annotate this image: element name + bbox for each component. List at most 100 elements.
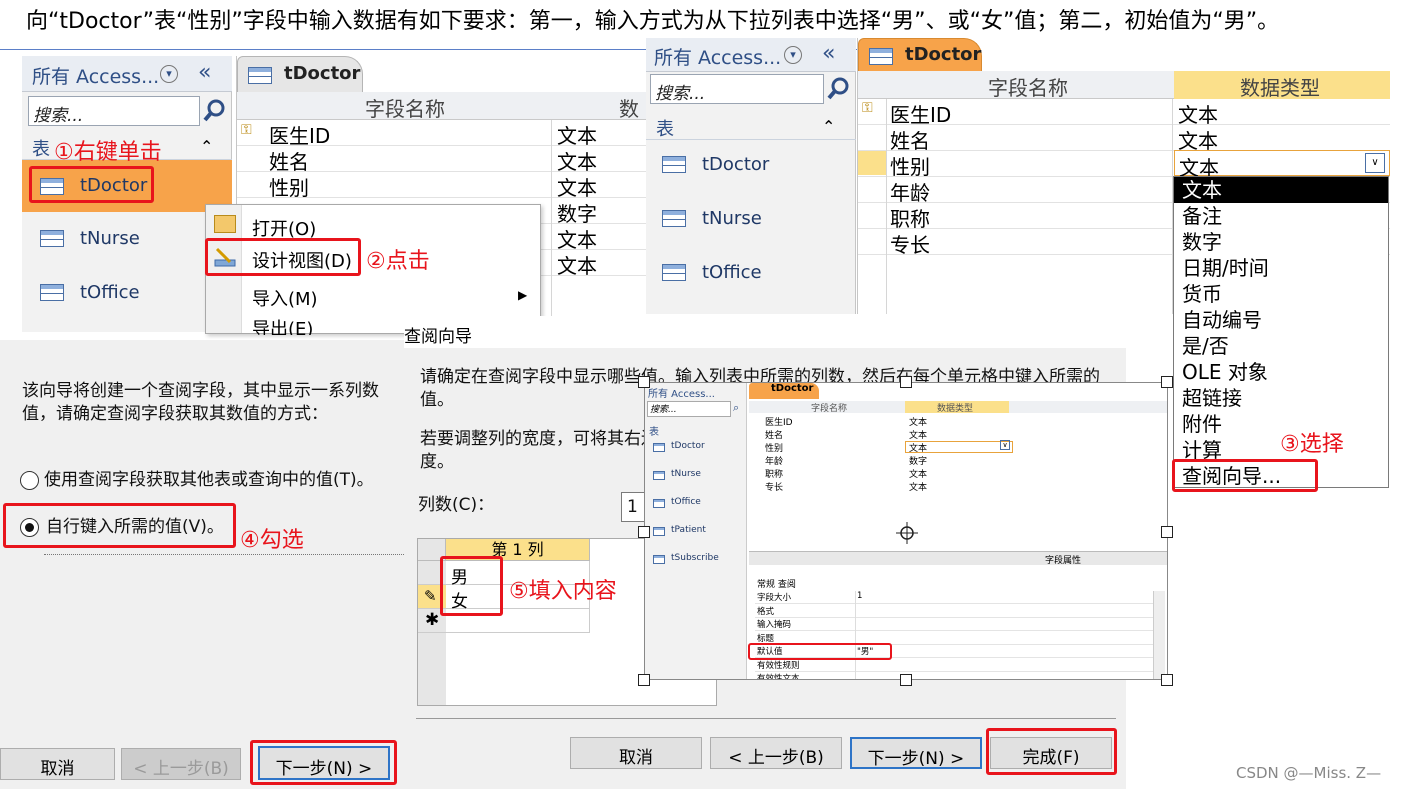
data-type-cell[interactable]: 数字 [557,198,597,227]
step3-label: ③选择 [1280,432,1344,457]
mini-prop-key: 标题 [757,633,775,644]
field-name-cell[interactable]: 姓名 [890,125,930,154]
resize-handle[interactable] [1161,376,1173,388]
dropdown-option[interactable]: 数字 [1174,229,1388,255]
field-name-cell[interactable]: 医生ID [269,120,330,149]
move-crosshair-icon[interactable] [896,522,918,544]
dropdown-option[interactable]: 是/否 [1174,333,1388,359]
search-icon[interactable] [202,98,226,124]
dropdown-option[interactable]: 日期/时间 [1174,255,1388,281]
mini-combobox[interactable]: ∨ [905,440,1013,453]
mini-prop-value[interactable]: 1 [857,591,862,601]
dropdown-option[interactable]: 自动编号 [1174,307,1388,333]
data-type-cell[interactable]: 文本 [557,146,597,175]
submenu-arrow-icon: ▶ [518,288,528,302]
mini-nav-item[interactable]: tNurse [671,469,701,479]
cancel-button[interactable]: 取消 [0,748,115,780]
data-type-cell[interactable]: 文本 [1178,99,1218,128]
nav-item-tdoctor[interactable]: tDoctor [646,150,856,184]
mini-nav-item[interactable]: tOffice [671,497,701,507]
dropdown-option[interactable]: 货币 [1174,281,1388,307]
nav-item-tnurse[interactable]: tNurse [646,204,856,238]
tab-label: tDoctor [905,44,982,65]
group-chevron-icon[interactable]: ⌃ [822,117,835,136]
resize-handle[interactable] [1161,526,1173,538]
option-lookup-table-radio[interactable]: 使用查阅字段获取其他表或查询中的值(T)。 [20,467,404,495]
menu-item-open[interactable]: 打开(O) [206,211,536,241]
resize-handle[interactable] [900,376,912,388]
dropdown-option[interactable]: 超链接 [1174,385,1388,411]
field-name-cell[interactable]: 性别 [269,172,309,201]
mini-type-cell[interactable]: 文本 [909,415,927,428]
mini-scrollbar[interactable] [1153,591,1165,679]
field-name-cell[interactable]: 姓名 [269,146,309,175]
data-type-cell[interactable]: 文本 [557,250,597,279]
nav-collapse-icon[interactable]: « [822,41,835,66]
mini-nav-item[interactable]: tDoctor [671,441,705,451]
mini-search[interactable]: 搜索... [647,401,731,417]
mini-field-cell[interactable]: 性别 [765,441,783,454]
resize-handle[interactable] [900,674,912,686]
tab-tdoctor[interactable]: tDoctor [858,38,982,71]
nav-item-toffice[interactable]: tOffice [22,276,232,316]
field-name-cell[interactable]: 年龄 [890,177,930,206]
mini-type-cell[interactable]: 数字 [909,454,927,467]
nav-header[interactable]: 所有 Access... ▾ « [646,38,856,72]
resize-handle[interactable] [1161,674,1173,686]
resize-handle[interactable] [638,376,650,388]
step2-label: ②点击 [366,249,430,274]
nav-collapse-icon[interactable]: « [198,60,211,85]
field-name-cell[interactable]: 职称 [890,203,930,232]
resize-handle[interactable] [638,526,650,538]
nav-dropdown-icon[interactable]: ▾ [160,65,178,83]
mini-prop-row [755,659,1153,672]
nav-item-tnurse[interactable]: tNurse [22,222,232,262]
mini-search-icon[interactable]: ⌕ [733,401,739,415]
group-chevron-icon[interactable]: ⌃ [200,137,213,156]
nav-item-toffice[interactable]: tOffice [646,258,856,292]
data-type-cell[interactable]: 文本 [557,172,597,201]
field-name-cell[interactable]: 性别 [890,151,930,180]
back-button[interactable]: < 上一步(B) [121,748,241,780]
search-input[interactable]: 搜索... [650,74,824,104]
search-icon[interactable] [826,76,850,102]
col-header-field: 字段名称 [365,97,445,121]
search-input[interactable]: 搜索... [28,96,200,126]
nav-dropdown-icon[interactable]: ▾ [784,46,802,64]
field-name-cell[interactable]: 医生ID [890,99,951,128]
mini-type-cell[interactable]: 文本 [909,428,927,441]
group-label: 表 [656,119,674,140]
mini-field-cell[interactable]: 专长 [765,480,783,493]
next-button[interactable]: 下一步(N) > [850,737,982,769]
type-combobox[interactable]: 文本 ∨ [1174,150,1390,180]
mini-nav-item[interactable]: tPatient [671,525,706,535]
mini-tab[interactable]: tDoctor [749,383,819,399]
mini-field-cell[interactable]: 医生ID [765,415,793,428]
dialog-titlebar: 查阅向导 [404,316,1126,348]
resize-handle[interactable] [638,674,650,686]
mini-type-cell[interactable]: 文本 [909,467,927,480]
mini-field-cell[interactable]: 年龄 [765,454,783,467]
field-name-cell[interactable]: 专长 [890,229,930,258]
nav-group-header[interactable]: 表 ⌃ [646,114,856,140]
nav-header[interactable]: 所有 Access... ▾ « [22,56,232,92]
dropdown-option[interactable]: OLE 对象 [1174,359,1388,385]
data-type-cell[interactable]: 文本 [557,120,597,149]
data-type-cell[interactable]: 文本 [557,224,597,253]
combobox-arrow-icon[interactable]: ∨ [1365,153,1385,173]
dropdown-option[interactable]: 备注 [1174,203,1388,229]
mini-type-cell[interactable]: 文本 [909,480,927,493]
mini-field-cell[interactable]: 职称 [765,467,783,480]
nav-title: 所有 Access... [654,47,782,69]
cancel-button[interactable]: 取消 [570,737,702,769]
table-icon [662,210,686,227]
mini-nav-item[interactable]: tSubscribe [671,553,719,563]
back-button[interactable]: < 上一步(B) [710,737,842,769]
dropdown-option[interactable]: 文本 [1174,177,1388,203]
nav-item-label: tNurse [80,228,140,249]
mini-prop-row [755,618,1153,631]
tab-tdoctor[interactable]: tDoctor [237,56,363,92]
menu-item-import[interactable]: 导入(M) ▶ [206,281,536,311]
mini-props-tabs[interactable]: 常规 查阅 [757,577,796,590]
mini-field-cell[interactable]: 姓名 [765,428,783,441]
